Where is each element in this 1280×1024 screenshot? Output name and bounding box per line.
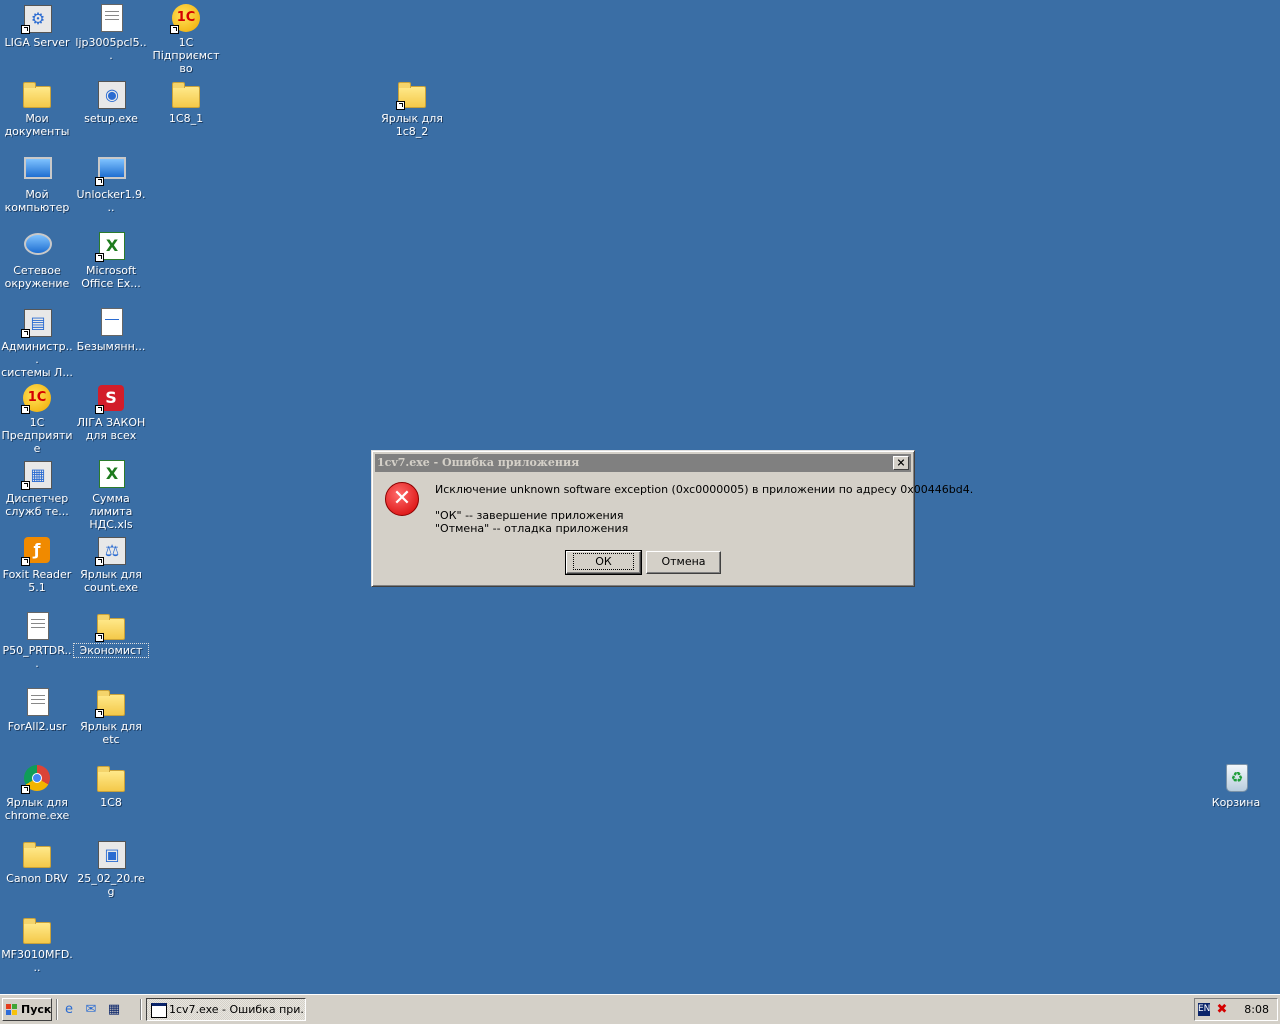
recycle-bin-icon: ♻ xyxy=(1226,764,1248,792)
document-icon xyxy=(101,4,123,32)
desktop-icon-chrome[interactable]: Ярлык для chrome.exe xyxy=(0,762,74,822)
desktop-icon-1c-pidpriyemstvo[interactable]: 1С 1С Підприємство xyxy=(149,2,223,75)
document-icon xyxy=(27,612,49,640)
desktop-icon-dispatcher[interactable]: ▦ Диспетчер служб те... xyxy=(0,458,74,518)
desktop-icon-1c8-2-shortcut[interactable]: Ярлык для 1с8_2 xyxy=(375,78,449,138)
message-line-2: "ОК" -- завершение приложения xyxy=(435,509,624,522)
show-desktop-icon[interactable]: ▦ xyxy=(106,1002,122,1018)
dialog-title: 1cv7.exe - Ошибка приложения xyxy=(377,456,580,469)
desktop-icon-etc[interactable]: Ярлык для etc xyxy=(74,686,148,746)
clock[interactable]: 8:08 xyxy=(1244,999,1269,1020)
folder-icon xyxy=(97,766,125,792)
desktop-icon-network[interactable]: Сетевое окружение xyxy=(0,230,74,290)
desktop-icon-economist[interactable]: Экономист xyxy=(73,610,149,658)
system-tray: EN ✖ 8:08 xyxy=(1194,998,1278,1021)
desktop-icon-setup[interactable]: ◉ setup.exe xyxy=(74,78,148,125)
desktop-icon-liga-server[interactable]: ⚙ LIGA Server xyxy=(0,2,74,49)
desktop-icon-foxit[interactable]: ƒ Foxit Reader 5.1 xyxy=(0,534,74,594)
close-icon: × xyxy=(896,456,906,469)
taskbar-button-1cv7-error[interactable]: 1cv7.exe - Ошибка при... xyxy=(146,998,306,1021)
desktop-icon-count-exe[interactable]: ⚖ Ярлык для count.exe xyxy=(74,534,148,594)
message-line-3: "Отмена" -- отладка приложения xyxy=(435,522,629,535)
excel-icon: X xyxy=(99,460,125,488)
setup-icon: ◉ xyxy=(98,81,126,109)
paint-icon xyxy=(101,308,123,336)
taskbar-separator xyxy=(140,999,142,1020)
unlocker-icon xyxy=(98,157,126,179)
desktop-icon-admin[interactable]: ▤ Администр... системы Л... xyxy=(0,306,74,379)
dialog-message: Исключение unknown software exception (0… xyxy=(435,483,973,535)
desktop-icon-nds-xls[interactable]: X Сумма лимита НДС.xls xyxy=(74,458,148,531)
desktop-icon-1c-predpriyatie[interactable]: 1С 1С Предприятие xyxy=(0,382,74,455)
desktop-icon-unlocker[interactable]: Unlocker1.9... xyxy=(74,154,148,214)
taskbar: Пуск e ✉ ▦ 1cv7.exe - Ошибка при... EN ✖… xyxy=(0,994,1280,1024)
error-icon: ✕ xyxy=(385,482,419,516)
desktop-icon-excel[interactable]: X Microsoft Office Ex... xyxy=(74,230,148,290)
registry-icon: ▣ xyxy=(98,841,126,869)
document-icon xyxy=(27,688,49,716)
internet-explorer-icon[interactable]: e xyxy=(61,1002,77,1018)
desktop-icon-p50[interactable]: P50_PRTDR... xyxy=(0,610,74,670)
ok-button[interactable]: ОК xyxy=(565,550,642,575)
desktop-icon-ljp3005[interactable]: ljp3005pcl5... xyxy=(74,2,148,62)
folder-icon xyxy=(23,918,51,944)
outlook-express-icon[interactable]: ✉ xyxy=(83,1002,99,1018)
start-button[interactable]: Пуск xyxy=(2,998,52,1021)
close-button[interactable]: × xyxy=(893,456,909,470)
desktop-icon-forall2[interactable]: ForAll2.usr xyxy=(0,686,74,733)
cancel-button[interactable]: Отмена xyxy=(646,551,721,574)
network-disconnected-icon[interactable]: ✖ xyxy=(1214,1002,1230,1018)
taskbar-separator xyxy=(56,999,58,1020)
window-icon xyxy=(151,1003,167,1018)
desktop-icon-mf3010[interactable]: MF3010MFD... xyxy=(0,914,74,974)
folder-icon xyxy=(23,842,51,868)
message-line-1: Исключение unknown software exception (0… xyxy=(435,483,974,496)
my-computer-icon xyxy=(24,157,52,179)
desktop-icon-untitled[interactable]: Безымянн... xyxy=(74,306,148,353)
windows-logo-icon xyxy=(6,1004,18,1015)
desktop-icon-1c8[interactable]: 1C8 xyxy=(74,762,148,809)
desktop-icon-1c8-1[interactable]: 1C8_1 xyxy=(149,78,223,125)
dialog-titlebar[interactable]: 1cv7.exe - Ошибка приложения × xyxy=(375,454,911,472)
network-icon xyxy=(24,233,52,255)
language-indicator[interactable]: EN xyxy=(1198,1003,1210,1016)
desktop-icon-recycle-bin[interactable]: ♻ Корзина xyxy=(1199,762,1273,809)
desktop-icon-reg[interactable]: ▣ 25_02_20.reg xyxy=(74,838,148,898)
my-documents-icon xyxy=(23,82,51,108)
desktop-icon-my-documents[interactable]: Мои документы xyxy=(0,78,74,138)
desktop-icon-liga-zakon[interactable]: S ЛІГА ЗАКОН для всех xyxy=(74,382,148,442)
folder-icon xyxy=(172,82,200,108)
error-dialog: 1cv7.exe - Ошибка приложения × ✕ Исключе… xyxy=(371,450,973,587)
desktop-icon-my-computer[interactable]: Мой компьютер xyxy=(0,154,74,214)
desktop-icon-canon-drv[interactable]: Canon DRV xyxy=(0,838,74,885)
